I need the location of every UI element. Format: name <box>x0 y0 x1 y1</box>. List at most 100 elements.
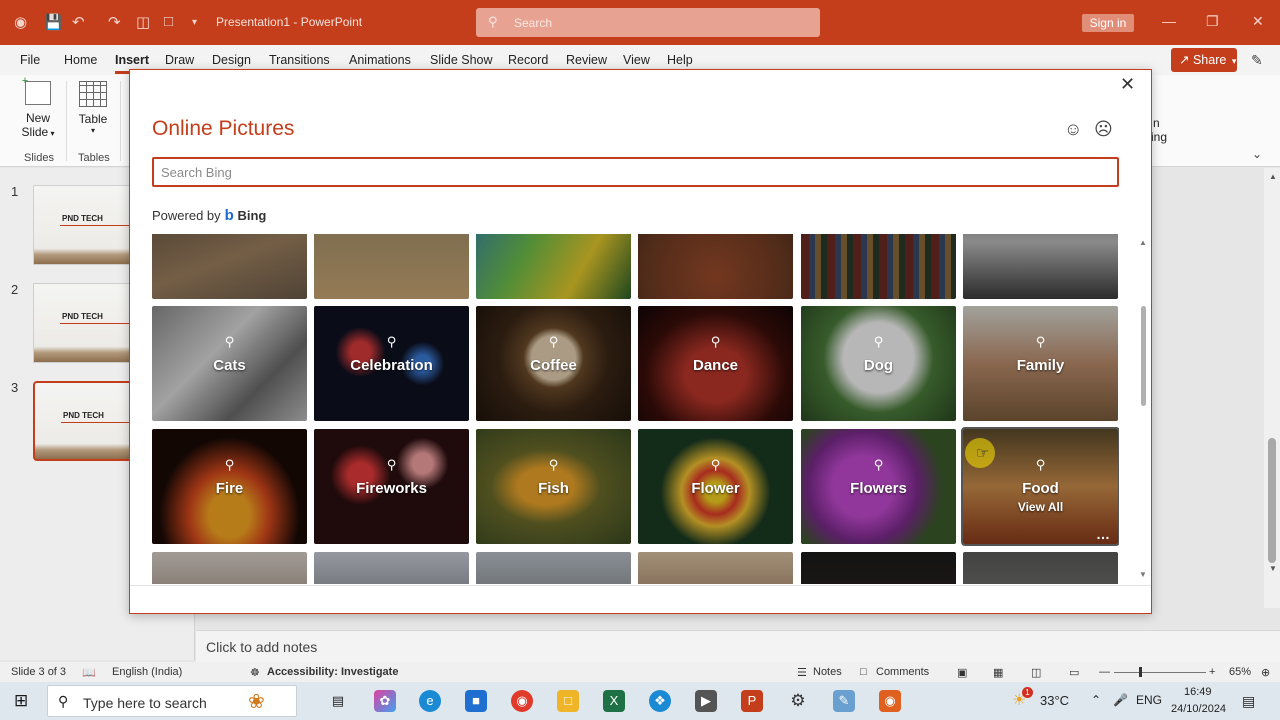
category-tile[interactable] <box>638 552 793 584</box>
category-tile[interactable]: ⚲ Flower <box>638 429 793 544</box>
chrome-icon[interactable]: ◉ <box>511 690 533 712</box>
category-tile[interactable] <box>314 552 469 584</box>
weather-temperature[interactable]: 33°C <box>1040 693 1069 708</box>
smile-icon[interactable]: ☺ <box>1064 119 1082 140</box>
category-tile[interactable]: ⚲ Flowers <box>801 429 956 544</box>
file-explorer-icon[interactable]: □ <box>557 690 579 712</box>
recorder-icon[interactable]: ◉ <box>879 690 901 712</box>
category-tile[interactable]: Birds <box>476 234 631 299</box>
microphone-icon[interactable]: 🎤 <box>1113 693 1128 707</box>
media-icon[interactable]: ▶ <box>695 690 717 712</box>
view-all-link[interactable]: View All <box>963 500 1118 514</box>
customize-qat-icon[interactable]: ▾ <box>192 17 197 28</box>
zoom-slider-thumb[interactable] <box>1139 667 1142 677</box>
scroll-down-icon[interactable]: ▼ <box>1269 564 1277 573</box>
tab-animations[interactable]: Animations <box>349 53 411 67</box>
accessibility-status[interactable]: Accessibility: Investigate <box>267 666 398 678</box>
language-indicator[interactable]: English (India) <box>112 666 182 678</box>
comments-icon[interactable]: ✎ <box>1251 52 1263 69</box>
category-tile[interactable] <box>152 552 307 584</box>
category-tile[interactable]: ⚲ Dog <box>801 306 956 421</box>
category-tile[interactable]: ⚲ Fish <box>476 429 631 544</box>
slideshow-view-icon[interactable]: ▭ <box>1069 666 1079 679</box>
category-tile[interactable]: ⚲ Cats <box>152 306 307 421</box>
clock-date[interactable]: 24/10/2024 <box>1171 703 1226 715</box>
sign-in-button[interactable]: Sign in <box>1082 14 1134 32</box>
tab-review[interactable]: Review <box>566 53 607 67</box>
zoom-in-icon[interactable]: + <box>1209 666 1215 678</box>
tab-view[interactable]: View <box>623 53 650 67</box>
scroll-down-icon[interactable]: ▼ <box>1139 570 1147 579</box>
new-file-icon[interactable]: □ <box>164 13 173 30</box>
undo-icon[interactable]: ↶ <box>72 13 85 31</box>
title-search-box[interactable]: ⚲ Search <box>476 8 820 37</box>
dialog-scrollbar-thumb[interactable] <box>1141 306 1146 406</box>
search-bing-input[interactable] <box>152 157 1119 187</box>
copilot-icon[interactable]: ✿ <box>374 690 396 712</box>
tab-slide-show[interactable]: Slide Show <box>430 53 493 67</box>
minimize-icon[interactable]: — <box>1162 13 1176 29</box>
notification-icon[interactable]: ▤ <box>1242 693 1255 710</box>
frown-icon[interactable]: ☹ <box>1094 119 1113 140</box>
category-tile[interactable] <box>801 552 956 584</box>
zoom-slider[interactable] <box>1114 672 1206 673</box>
input-language[interactable]: ENG <box>1136 693 1162 707</box>
zoom-out-icon[interactable]: — <box>1099 666 1110 678</box>
notes-button[interactable]: Notes <box>813 666 842 678</box>
edge-icon[interactable]: e <box>419 690 441 712</box>
tab-help[interactable]: Help <box>667 53 693 67</box>
category-tile[interactable]: Books <box>801 234 956 299</box>
scroll-up-icon[interactable]: ▲ <box>1269 172 1277 181</box>
redo-icon[interactable]: ↷ <box>108 13 121 31</box>
task-view-icon[interactable]: ▤ <box>327 690 349 712</box>
category-tile[interactable] <box>476 552 631 584</box>
dialog-scrollbar[interactable]: ▲ ▼ <box>1138 236 1148 582</box>
normal-view-icon[interactable]: ▣ <box>957 666 967 679</box>
close-window-icon[interactable]: ✕ <box>1252 13 1264 30</box>
category-tile[interactable]: Beach <box>314 234 469 299</box>
comments-button[interactable]: Comments <box>876 666 929 678</box>
tab-design[interactable]: Design <box>212 53 251 67</box>
category-tile[interactable]: ⚲ Fireworks <box>314 429 469 544</box>
new-slide-button[interactable]: + New Slide ▾ <box>20 76 56 140</box>
category-tile[interactable]: ⚲ Coffee <box>476 306 631 421</box>
category-tile[interactable]: ⚲ Fire <box>152 429 307 544</box>
restore-icon[interactable]: ❐ <box>1206 13 1219 30</box>
share-button[interactable]: ↗ Share ▾ <box>1171 48 1237 72</box>
tab-home[interactable]: Home <box>64 53 97 67</box>
zoom-level[interactable]: 65% <box>1229 666 1251 678</box>
store-icon[interactable]: ■ <box>465 690 487 712</box>
settings-icon[interactable]: ⚙ <box>787 690 809 712</box>
tab-record[interactable]: Record <box>508 53 548 67</box>
clock-time[interactable]: 16:49 <box>1184 686 1212 698</box>
notes-pane[interactable]: Click to add notes <box>196 630 1280 662</box>
table-button[interactable]: Table ▾ <box>76 81 110 135</box>
save-icon[interactable]: 💾 <box>44 13 63 31</box>
ribbon-expand-chevron-icon[interactable]: ⌄ <box>1252 147 1262 161</box>
editor-vertical-scrollbar[interactable]: ▲ ▼ <box>1264 168 1280 608</box>
more-options-icon[interactable]: … <box>1096 526 1110 542</box>
present-icon[interactable]: ◫ <box>136 13 150 31</box>
notepad-icon[interactable]: ✎ <box>833 690 855 712</box>
taskbar-search-box[interactable]: ⚲ Type here to search ❀ <box>47 685 297 717</box>
tab-draw[interactable]: Draw <box>165 53 194 67</box>
category-tile[interactable]: ⚲ Celebration <box>314 306 469 421</box>
scroll-up-icon[interactable]: ▲ <box>1139 238 1147 247</box>
category-tile[interactable]: ⚲ Dance <box>638 306 793 421</box>
spellcheck-icon[interactable]: 📖 <box>82 666 96 679</box>
tab-transitions[interactable]: Transitions <box>269 53 330 67</box>
powerpoint-icon[interactable]: P <box>741 690 763 712</box>
tab-file[interactable]: File <box>20 53 40 67</box>
reading-view-icon[interactable]: ◫ <box>1031 666 1041 679</box>
excel-icon[interactable]: X <box>603 690 625 712</box>
close-icon[interactable]: ✕ <box>1120 74 1135 95</box>
slide-sorter-icon[interactable]: ▦ <box>993 666 1003 679</box>
app-icon[interactable]: ❖ <box>649 690 671 712</box>
category-tile[interactable] <box>963 552 1118 584</box>
tray-chevron-icon[interactable]: ⌃ <box>1091 693 1101 707</box>
scrollbar-thumb[interactable] <box>1268 438 1276 563</box>
windows-start-icon[interactable]: ⊞ <box>14 691 28 711</box>
category-tile[interactable]: Baseball <box>152 234 307 299</box>
category-tile[interactable]: Birthday Cake <box>638 234 793 299</box>
category-tile[interactable]: ⚲ Family <box>963 306 1118 421</box>
